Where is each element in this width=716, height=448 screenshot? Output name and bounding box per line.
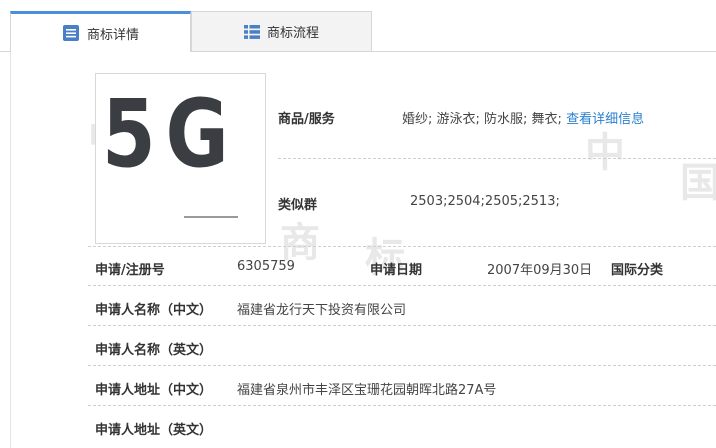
view-details-link[interactable]: 查看详细信息 — [566, 112, 644, 127]
goods-services-text: 婚纱; 游泳衣; 防水服; 舞衣; — [402, 112, 562, 127]
tab-label: 商标详情 — [86, 27, 139, 43]
content-border — [10, 52, 11, 448]
goods-services-value: 婚纱; 游泳衣; 防水服; 舞衣; 查看详细信息 — [402, 108, 644, 127]
watermark: 中 — [585, 130, 625, 176]
grid-list-icon — [243, 24, 260, 40]
tab-bar: 商标详情 商标流程 — [0, 0, 716, 52]
applicant-address-cn-value: 福建省泉州市丰泽区宝珊花园朝晖北路27A号 — [237, 383, 497, 398]
divider — [88, 325, 716, 326]
divider — [88, 246, 716, 247]
goods-services-label: 商品/服务 — [278, 112, 335, 127]
intl-class-label: 国际分类 — [611, 263, 664, 278]
applicant-name-cn-label: 申请人名称（中文） — [95, 303, 213, 318]
application-date-value: 2007年09月30日 — [487, 263, 593, 278]
divider — [88, 405, 716, 406]
divider — [88, 285, 716, 286]
divider — [278, 158, 716, 159]
tab-trademark-details[interactable]: 商标详情 — [10, 11, 191, 52]
registration-number-value: 6305759 — [237, 259, 295, 274]
document-list-icon — [62, 24, 80, 42]
applicant-address-en-label: 申请人地址（英文） — [95, 423, 213, 438]
tab-trademark-process[interactable]: 商标流程 — [191, 11, 372, 51]
applicant-name-en-label: 申请人名称（英文） — [95, 343, 213, 358]
registration-number-label: 申请/注册号 — [95, 263, 165, 278]
trademark-image-text: 5G — [102, 80, 239, 189]
tab-label: 商标流程 — [266, 26, 319, 41]
application-date-label: 申请日期 — [370, 263, 423, 278]
similar-group-label: 类似群 — [278, 198, 318, 213]
similar-group-value: 2503;2504;2505;2513; — [410, 194, 560, 209]
image-mark-line — [184, 216, 238, 218]
applicant-address-cn-label: 申请人地址（中文） — [95, 383, 213, 398]
applicant-name-cn-value: 福建省龙行天下投资有限公司 — [237, 303, 407, 318]
divider — [88, 365, 716, 366]
